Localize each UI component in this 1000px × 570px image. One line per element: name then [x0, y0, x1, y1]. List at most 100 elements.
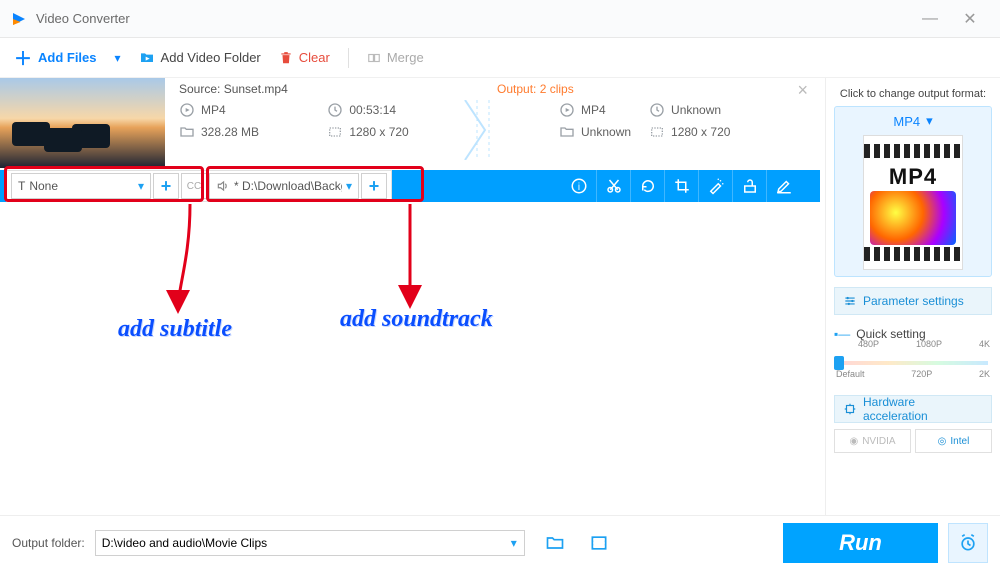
- app-logo-icon: [10, 10, 28, 28]
- video-thumbnail[interactable]: [0, 78, 165, 168]
- subtitle-dropdown[interactable]: T None ▾: [11, 173, 151, 199]
- trim-tool-button[interactable]: [596, 170, 630, 202]
- intel-icon: ◎: [938, 436, 947, 447]
- hardware-acceleration-label: Hardware acceleration: [863, 395, 983, 423]
- app-title: Video Converter: [36, 11, 130, 26]
- right-panel: Click to change output format: MP4 ▾ MP4…: [825, 78, 1000, 515]
- merge-button[interactable]: Merge: [367, 50, 424, 65]
- effects-tool-button[interactable]: [698, 170, 732, 202]
- bottom-bar: Output folder: ▾ Run: [0, 515, 1000, 570]
- resolution-icon: [649, 124, 665, 140]
- source-prefix: Source:: [179, 82, 220, 96]
- add-files-button[interactable]: ＋ Add Files: [14, 45, 97, 71]
- qs-tick: 4K: [979, 339, 990, 349]
- nvidia-label: NVIDIA: [862, 436, 895, 447]
- clear-label: Clear: [299, 50, 330, 65]
- video-item: Source: Sunset.mp4 Output: 2 clips × MP4…: [0, 78, 820, 168]
- merge-label: Merge: [387, 50, 424, 65]
- out-duration: Unknown: [671, 103, 721, 117]
- clear-button[interactable]: Clear: [279, 50, 330, 65]
- sliders-icon: [843, 294, 857, 308]
- output-format-header: Click to change output format:: [834, 88, 992, 100]
- output-folder-dropdown[interactable]: ▾: [511, 536, 517, 550]
- qs-tick: 2K: [979, 369, 990, 379]
- speaker-icon: [216, 179, 230, 193]
- close-button[interactable]: ✕: [950, 9, 990, 29]
- output-folder-input[interactable]: [95, 530, 525, 556]
- format-preview-icon: MP4: [863, 135, 963, 270]
- src-size: 328.28 MB: [201, 125, 259, 139]
- qs-tick: 480P: [858, 339, 879, 349]
- src-format: MP4: [201, 103, 226, 117]
- chip-icon: [843, 402, 857, 416]
- intel-label: Intel: [950, 436, 969, 447]
- format-icon: [179, 102, 195, 118]
- annotation-soundtrack-text: add soundtrack: [340, 306, 493, 333]
- main-area: Source: Sunset.mp4 Output: 2 clips × MP4…: [0, 78, 820, 515]
- nvidia-icon: ◉: [849, 436, 858, 447]
- soundtrack-dropdown[interactable]: * D:\Download\Backg ▾: [209, 173, 359, 199]
- format-icon: [559, 102, 575, 118]
- clock-icon: [649, 102, 665, 118]
- run-button[interactable]: Run: [783, 523, 938, 563]
- titlebar: Video Converter — ✕: [0, 0, 1000, 38]
- folder-icon: [179, 124, 195, 140]
- nvidia-chip[interactable]: ◉ NVIDIA: [834, 429, 911, 453]
- out-format: MP4: [581, 103, 606, 117]
- edit-row: T None ▾ + CC * D:\Download\Backg ▾ + i: [0, 170, 820, 202]
- output-format-value: MP4: [893, 114, 920, 129]
- folder-video-icon: [139, 50, 155, 66]
- open-media-button[interactable]: [589, 533, 609, 553]
- qs-tick: 720P: [911, 369, 932, 379]
- rotate-tool-button[interactable]: [630, 170, 664, 202]
- src-resolution: 1280 x 720: [349, 125, 408, 139]
- text-icon: T: [18, 179, 25, 193]
- video-details: Source: Sunset.mp4 Output: 2 clips × MP4…: [165, 78, 820, 168]
- resolution-icon: [327, 124, 343, 140]
- chevron-down-icon: ▾: [138, 179, 144, 193]
- closed-caption-button[interactable]: CC: [181, 173, 207, 199]
- parameter-settings-button[interactable]: Parameter settings: [834, 287, 992, 315]
- output-label: Output: 2 clips: [497, 82, 574, 96]
- annotation-subtitle-text: add subtitle: [118, 316, 232, 343]
- add-soundtrack-button[interactable]: +: [361, 173, 387, 199]
- quick-setting-handle[interactable]: [834, 356, 844, 370]
- hardware-acceleration-button[interactable]: Hardware acceleration: [834, 395, 992, 423]
- parameter-settings-label: Parameter settings: [863, 294, 964, 308]
- minimize-button[interactable]: —: [910, 10, 950, 28]
- qs-tick: Default: [836, 369, 865, 379]
- clock-icon: [327, 102, 343, 118]
- toolbar: ＋ Add Files ▾ Add Video Folder Clear Mer…: [0, 38, 1000, 78]
- edit-tool-button[interactable]: [766, 170, 800, 202]
- output-format-card[interactable]: MP4 ▾ MP4: [834, 106, 992, 277]
- add-subtitle-button[interactable]: +: [153, 173, 179, 199]
- merge-icon: [367, 51, 381, 65]
- trash-icon: [279, 51, 293, 65]
- info-tool-button[interactable]: i: [562, 170, 596, 202]
- add-files-dropdown-caret[interactable]: ▾: [115, 51, 121, 65]
- add-video-folder-button[interactable]: Add Video Folder: [139, 50, 261, 66]
- subtitle-value: None: [29, 179, 58, 193]
- add-files-label: Add Files: [38, 50, 97, 65]
- intel-chip[interactable]: ◎ Intel: [915, 429, 992, 453]
- folder-icon: [559, 124, 575, 140]
- open-folder-button[interactable]: [545, 533, 565, 553]
- qs-tick: 1080P: [916, 339, 942, 349]
- chevron-down-icon: ▾: [926, 113, 933, 129]
- schedule-button[interactable]: [948, 523, 988, 563]
- output-folder-label: Output folder:: [12, 536, 85, 550]
- cc-label: CC: [187, 181, 201, 192]
- watermark-tool-button[interactable]: [732, 170, 766, 202]
- remove-item-button[interactable]: ×: [797, 80, 808, 101]
- quick-setting-slider[interactable]: [838, 361, 988, 365]
- run-label: Run: [839, 530, 882, 556]
- output-format-selector[interactable]: MP4 ▾: [841, 113, 985, 129]
- crop-tool-button[interactable]: [664, 170, 698, 202]
- conversion-arrow-icon: [459, 100, 499, 160]
- out-size: Unknown: [581, 125, 631, 139]
- soundtrack-value: * D:\Download\Backg: [234, 179, 342, 193]
- chevron-down-icon: ▾: [346, 179, 352, 193]
- svg-text:i: i: [578, 182, 580, 193]
- src-duration: 00:53:14: [349, 103, 396, 117]
- add-folder-label: Add Video Folder: [161, 50, 261, 65]
